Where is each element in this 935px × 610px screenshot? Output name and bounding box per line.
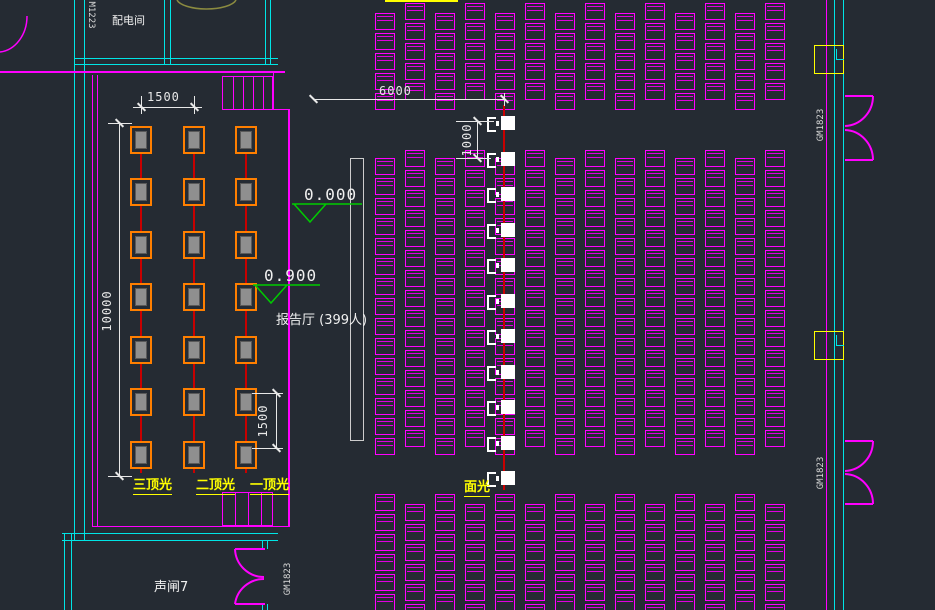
elevation-mark-stage bbox=[292, 204, 362, 222]
room-label-soundlock: 声闸7 bbox=[154, 576, 188, 595]
overlay-shapes bbox=[0, 0, 935, 610]
label-toplight-3: 三顶光 bbox=[133, 474, 172, 495]
dim-6000-text: 6000 bbox=[379, 84, 412, 98]
elevation-mark-hall bbox=[253, 285, 320, 303]
dim-1000-line bbox=[477, 121, 478, 158]
door-right-bottom bbox=[845, 441, 873, 504]
elevation-stage-text: 0.000 bbox=[304, 185, 357, 204]
room-label-distribution: 配电间 bbox=[112, 12, 145, 28]
dim-10000-line bbox=[119, 123, 120, 476]
label-frontlight: 面光 bbox=[464, 476, 490, 497]
door-top-room-arcs bbox=[177, 0, 236, 9]
dim-10000-text: 10000 bbox=[100, 289, 114, 333]
dim-1500v-text: 1500 bbox=[256, 399, 270, 443]
door-bottom-left bbox=[235, 549, 265, 604]
cad-drawing-canvas[interactable]: 1500 10000 1500 6000 1000 0.000 0.900 配电… bbox=[0, 0, 935, 610]
door-code-top-left: M1223 bbox=[86, 0, 96, 37]
door-right-top bbox=[845, 96, 873, 160]
door-code-bottom-left: GM1823 bbox=[283, 557, 293, 601]
door-code-right-bottom: GM1823 bbox=[816, 451, 826, 495]
elevation-hall-text: 0.900 bbox=[264, 266, 317, 285]
dim-1500-text: 1500 bbox=[147, 90, 180, 104]
door-code-right-top: GM1823 bbox=[816, 103, 826, 147]
dim-1000-text: 1000 bbox=[460, 118, 474, 162]
label-toplight-1: 一顶光 bbox=[250, 474, 289, 495]
door-top-left-arc bbox=[0, 16, 27, 52]
dim-1500v-line bbox=[276, 393, 277, 448]
label-toplight-2: 二顶光 bbox=[196, 474, 235, 495]
hall-label: 报告厅 (399人) bbox=[276, 309, 367, 328]
dim-6000-line bbox=[313, 99, 504, 100]
